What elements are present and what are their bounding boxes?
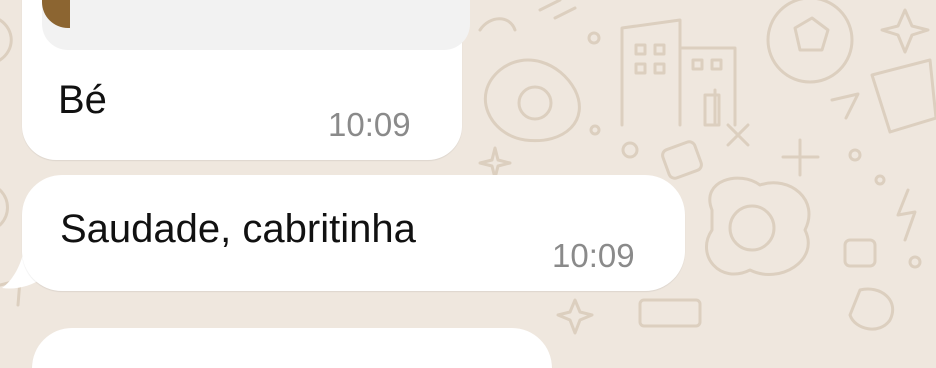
quoted-reply-preview[interactable]: ... — [42, 0, 470, 50]
message-bubble-incoming[interactable] — [32, 328, 552, 368]
message-text: Bé — [58, 78, 107, 122]
message-bubble-incoming[interactable]: ... Bé 10:09 — [22, 0, 470, 160]
message-bubble-incoming[interactable]: Saudade, cabritinha 10:09 — [22, 175, 685, 291]
message-timestamp: 10:09 — [552, 237, 635, 274]
message-text: Saudade, cabritinha — [60, 207, 416, 251]
quoted-message-text: ... — [92, 0, 117, 8]
quoted-media-thumbnail — [42, 0, 70, 28]
message-timestamp: 10:09 — [328, 106, 411, 143]
